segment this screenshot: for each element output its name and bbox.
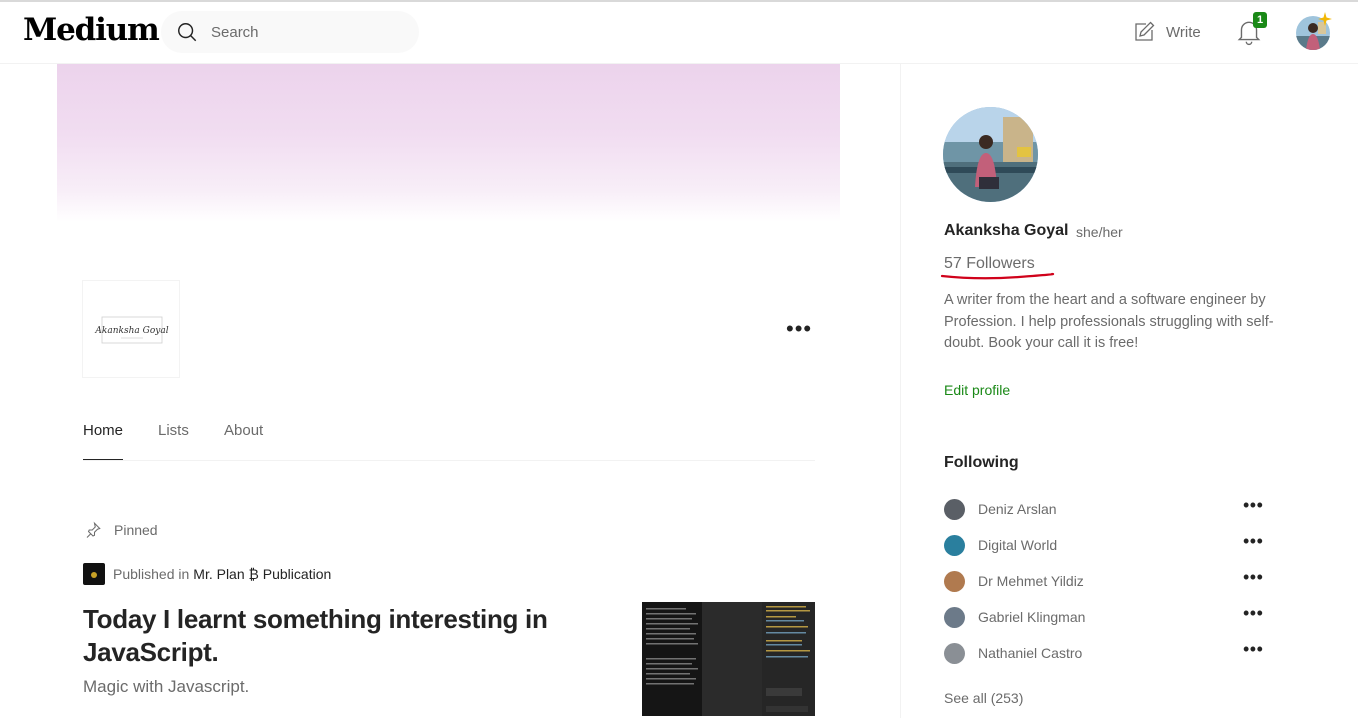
following-name[interactable]: Gabriel Klingman — [978, 609, 1085, 625]
article-thumbnail[interactable] — [642, 602, 815, 716]
following-heading: Following — [944, 454, 1019, 471]
following-avatar[interactable] — [944, 606, 965, 628]
following-item[interactable]: Digital World ••• — [944, 531, 1264, 556]
see-all-following-link[interactable]: See all (253) — [944, 690, 1023, 706]
pinned-indicator: Pinned — [84, 521, 158, 539]
following-avatar[interactable] — [944, 498, 965, 520]
sidebar-divider — [900, 64, 901, 718]
following-avatar[interactable] — [944, 570, 965, 592]
following-item[interactable]: Deniz Arslan ••• — [944, 495, 1264, 520]
pin-icon — [86, 521, 101, 538]
profile-banner — [57, 64, 840, 222]
red-underline-annotation — [940, 272, 1055, 280]
code-screenshot-image — [642, 602, 815, 716]
following-item[interactable]: Nathaniel Castro ••• — [944, 639, 1264, 664]
following-name[interactable]: Digital World — [978, 537, 1057, 553]
notifications-button[interactable]: 1 — [1236, 12, 1267, 46]
publication-line: Published in Mr. Plan ₿ Publication — [83, 563, 331, 585]
following-item[interactable]: Gabriel Klingman ••• — [944, 603, 1264, 628]
tab-lists[interactable]: Lists — [158, 422, 189, 460]
profile-name[interactable]: Akanksha Goyal — [944, 222, 1069, 240]
profile-brand-logo: Akanksha Goyal — [83, 281, 179, 377]
write-icon — [1135, 21, 1155, 41]
tab-home[interactable]: Home — [83, 422, 124, 460]
search-input[interactable] — [211, 11, 401, 53]
write-button[interactable]: Write — [1132, 20, 1201, 44]
following-more-button[interactable]: ••• — [1243, 531, 1263, 552]
following-item[interactable]: Dr Mehmet Yildiz ••• — [944, 567, 1264, 592]
svg-text:Akanksha Goyal: Akanksha Goyal — [94, 326, 168, 336]
top-navigation-bar: Medium Write 1 — [0, 0, 1358, 64]
pinned-label: Pinned — [114, 522, 158, 538]
following-more-button[interactable]: ••• — [1243, 495, 1263, 516]
search-icon — [178, 23, 197, 42]
following-more-button[interactable]: ••• — [1243, 639, 1263, 660]
following-avatar[interactable] — [944, 534, 965, 556]
following-avatar[interactable] — [944, 642, 965, 664]
publication-logo-icon[interactable] — [83, 563, 105, 585]
following-name[interactable]: Deniz Arslan — [978, 501, 1057, 517]
write-label: Write — [1166, 23, 1201, 41]
medium-logo[interactable]: Medium — [23, 12, 160, 48]
article-title[interactable]: Today I learnt something interesting in … — [83, 603, 603, 669]
sparkle-icon — [1318, 12, 1332, 26]
profile-pronouns: she/her — [1076, 224, 1123, 240]
profile-avatar[interactable] — [943, 107, 1038, 202]
following-more-button[interactable]: ••• — [1243, 603, 1263, 624]
profile-tabs: Home Lists About — [83, 420, 815, 461]
profile-bio: A writer from the heart and a software e… — [944, 292, 1274, 351]
search-box[interactable] — [161, 11, 419, 53]
following-name[interactable]: Dr Mehmet Yildiz — [978, 573, 1084, 589]
notification-badge: 1 — [1253, 12, 1267, 28]
profile-photo — [943, 107, 1038, 202]
article-subtitle[interactable]: Magic with Javascript. — [83, 677, 249, 697]
signature-logo-image: Akanksha Goyal — [94, 316, 169, 344]
publication-name-link[interactable]: Mr. Plan ₿ Publication — [193, 566, 331, 582]
published-in-label: Published in — [113, 566, 190, 582]
tab-about[interactable]: About — [224, 422, 263, 460]
profile-more-options-button[interactable]: ••• — [786, 318, 812, 340]
following-more-button[interactable]: ••• — [1243, 567, 1263, 588]
window-top-border — [0, 0, 1358, 2]
edit-profile-link[interactable]: Edit profile — [944, 382, 1010, 398]
following-name[interactable]: Nathaniel Castro — [978, 645, 1082, 661]
